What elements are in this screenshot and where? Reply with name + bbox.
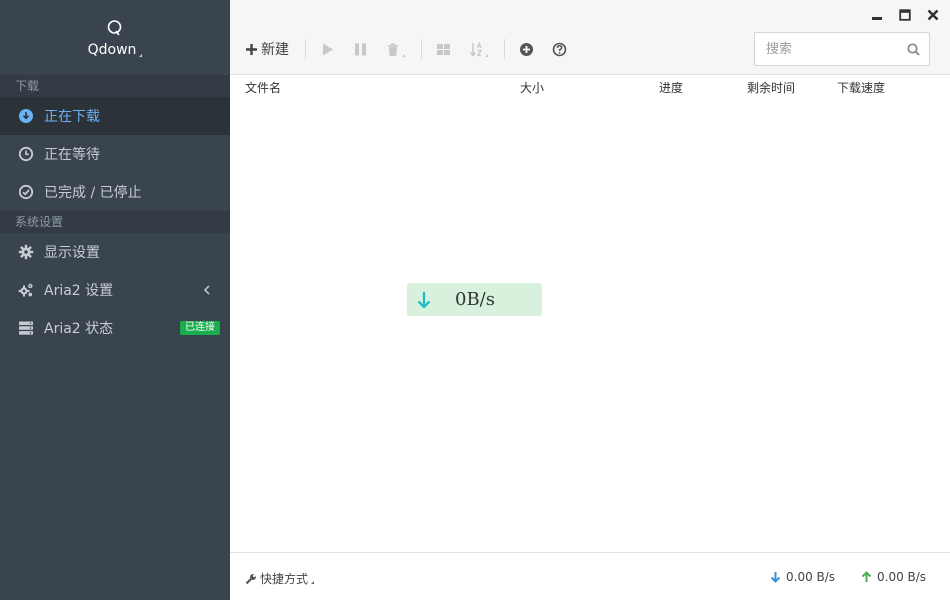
- toolbar-divider: [305, 39, 306, 59]
- main-panel: 新建 搜索 文件名 大小 进度 剩余时间 下载速度 0B/s 快捷方式 0.00…: [230, 0, 950, 600]
- pause-icon: [355, 43, 366, 55]
- sidebar-item-display-settings[interactable]: 显示设置: [0, 233, 230, 271]
- sidebar-item-label: 正在下载: [44, 109, 100, 125]
- column-remaining-time[interactable]: 剩余时间: [747, 79, 795, 96]
- help-button[interactable]: [552, 42, 567, 57]
- sidebar-item-aria2-status[interactable]: Aria2 状态 已连接: [0, 309, 230, 347]
- search-icon[interactable]: [907, 43, 920, 56]
- add-circle-button[interactable]: [519, 42, 534, 57]
- check-circle-icon: [18, 184, 34, 200]
- download-speed-indicator: 0.00 B/s: [770, 570, 835, 584]
- search-box: [754, 32, 930, 66]
- chevron-left-icon[interactable]: [202, 284, 212, 296]
- close-icon[interactable]: [926, 8, 940, 22]
- toolbar: 新建: [244, 38, 585, 60]
- column-filename[interactable]: 文件名: [245, 79, 281, 96]
- toolbar-divider: [504, 39, 505, 59]
- app-name: Qdown: [88, 42, 143, 58]
- shortcut-menu[interactable]: 快捷方式: [245, 570, 315, 587]
- server-icon: [19, 321, 33, 335]
- delete-button[interactable]: [386, 42, 405, 57]
- arrow-down-icon: [417, 291, 431, 309]
- sidebar-item-completed[interactable]: 已完成 / 已停止: [0, 173, 230, 211]
- search-input[interactable]: [755, 33, 895, 65]
- section-title-download: 下载: [0, 75, 230, 97]
- arrow-down-icon: [770, 572, 781, 583]
- brand: Qdown: [0, 0, 230, 75]
- status-bar: 快捷方式 0.00 B/s 0.00 B/s: [230, 552, 950, 600]
- window-controls: [870, 8, 940, 22]
- play-icon: [323, 43, 333, 55]
- sidebar-item-waiting[interactable]: 正在等待: [0, 135, 230, 173]
- sidebar: Qdown 下载 正在下载 正在等待 已完成 / 已停止 系统设置 显示设置 A…: [0, 0, 230, 600]
- sort-alpha-icon: [469, 41, 483, 57]
- status-badge: 已连接: [180, 321, 220, 335]
- toolbar-divider: [421, 39, 422, 59]
- new-download-button[interactable]: 新建: [244, 39, 289, 59]
- gear-icon: [18, 244, 34, 260]
- arrow-up-icon: [861, 571, 872, 582]
- column-download-speed[interactable]: 下载速度: [837, 79, 885, 96]
- sidebar-item-label: 已完成 / 已停止: [44, 185, 142, 201]
- upload-speed-indicator: 0.00 B/s: [861, 570, 926, 584]
- download-circle-icon: [19, 109, 33, 123]
- plus-circle-icon: [520, 42, 533, 56]
- sidebar-item-aria2-settings[interactable]: Aria2 设置: [0, 271, 230, 309]
- minimize-icon[interactable]: [870, 8, 884, 22]
- trash-icon: [388, 42, 398, 56]
- plus-icon: [246, 43, 257, 55]
- maximize-icon[interactable]: [898, 8, 912, 22]
- start-button[interactable]: [320, 42, 335, 57]
- grid-icon: [437, 43, 450, 55]
- table-header: 文件名 大小 进度 剩余时间 下载速度: [230, 75, 950, 99]
- help-circle-icon: [552, 42, 567, 56]
- clock-icon: [18, 146, 34, 162]
- column-size[interactable]: 大小: [520, 79, 544, 96]
- wrench-icon: [245, 573, 256, 584]
- search-q-icon: [107, 19, 122, 35]
- select-all-button[interactable]: [436, 42, 451, 57]
- sidebar-item-label: Aria2 设置: [44, 283, 114, 299]
- speed-value: 0B/s: [455, 289, 495, 310]
- speed-widget[interactable]: 0B/s: [407, 283, 542, 316]
- top-bar: 新建: [230, 0, 950, 75]
- sidebar-item-label: 正在等待: [44, 147, 100, 163]
- sidebar-item-label: Aria2 状态: [44, 321, 114, 337]
- pause-button[interactable]: [353, 42, 368, 57]
- column-progress[interactable]: 进度: [659, 79, 683, 96]
- sidebar-item-label: 显示设置: [44, 245, 100, 261]
- gears-icon: [18, 283, 33, 297]
- sort-button[interactable]: [469, 41, 488, 57]
- sidebar-item-downloading[interactable]: 正在下载: [0, 97, 230, 135]
- section-title-settings: 系统设置: [0, 211, 230, 233]
